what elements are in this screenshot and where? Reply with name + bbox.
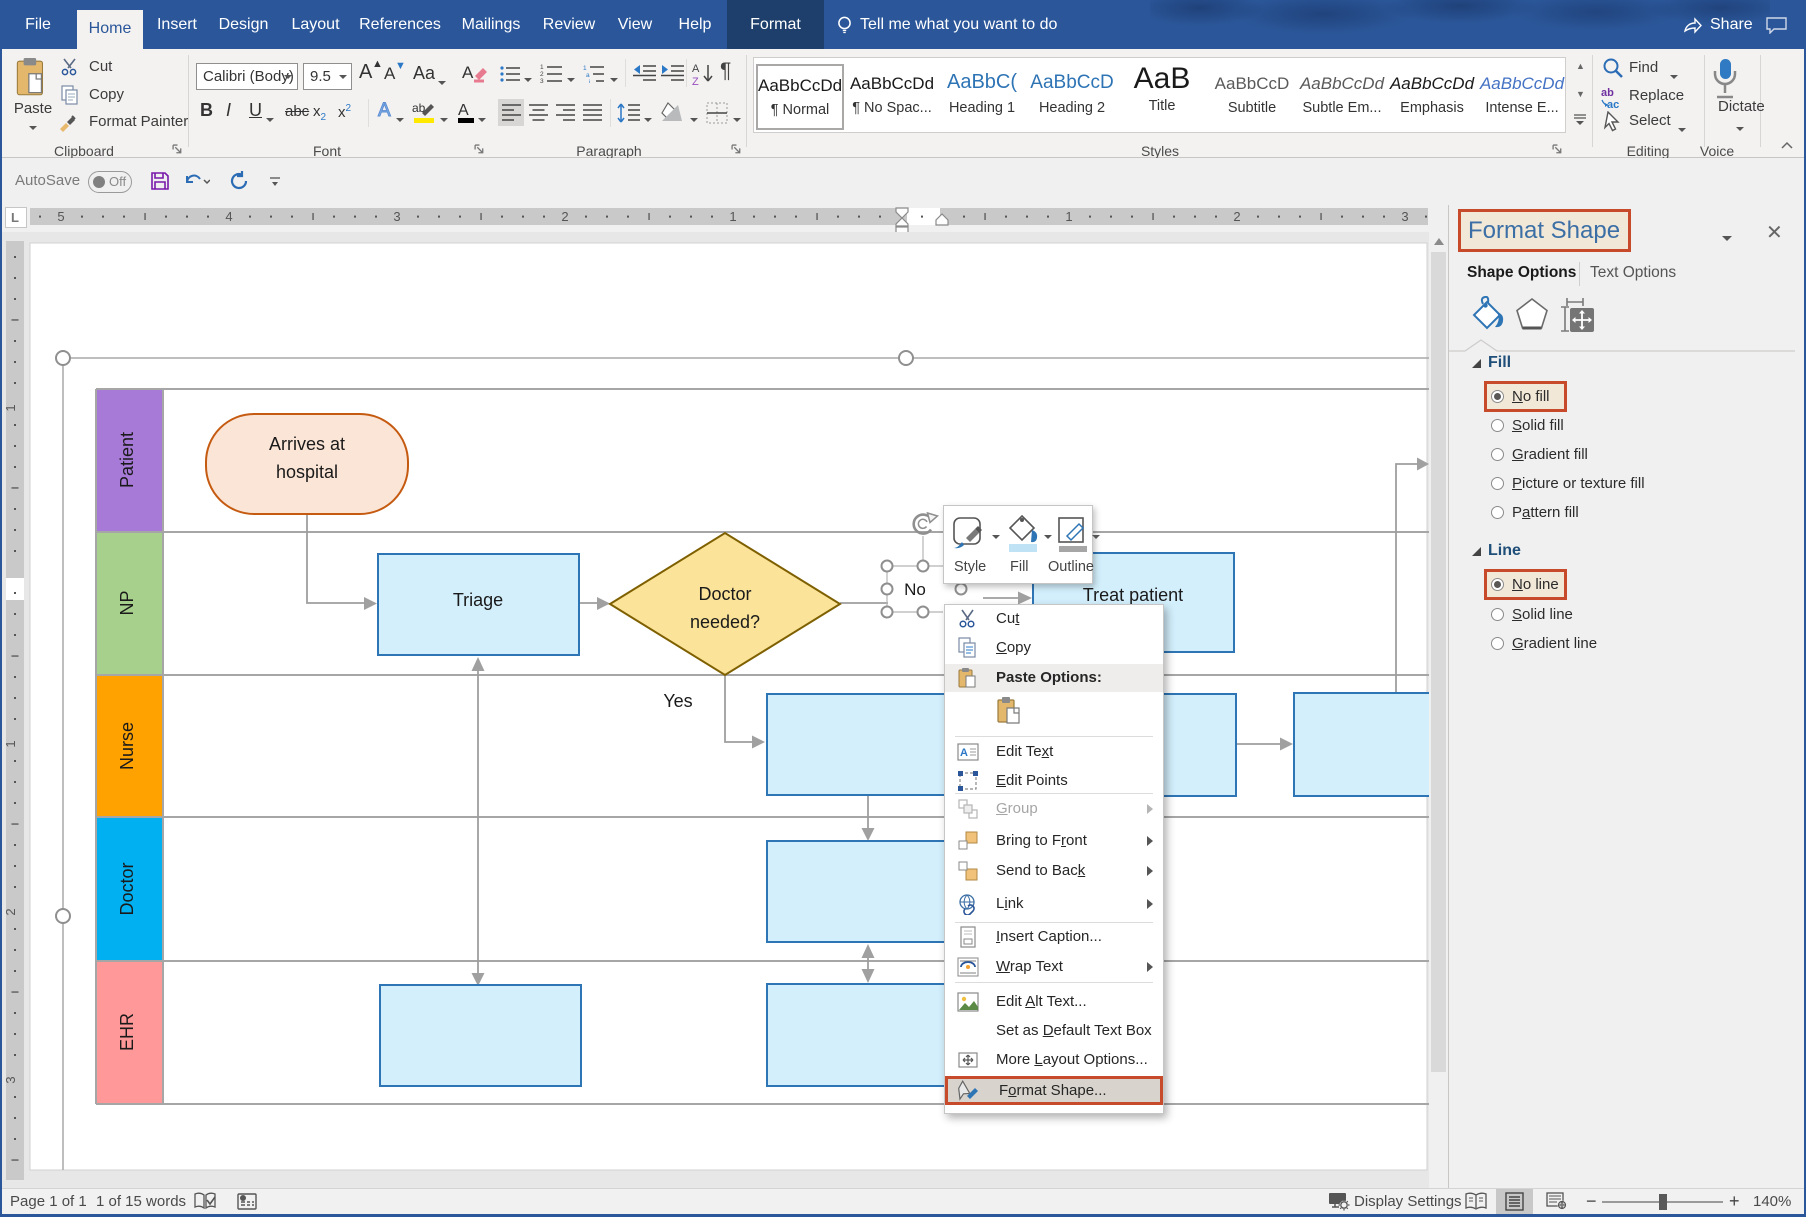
svg-text:Nurse: Nurse [117,722,137,770]
svg-text:Doctor: Doctor [698,584,751,604]
svg-text:3: 3 [1401,209,1408,224]
svg-text:4: 4 [225,209,232,224]
svg-text:Doctor: Doctor [117,862,137,915]
svg-text:needed?: needed? [690,612,760,632]
svg-text:A: A [960,747,968,759]
svg-text:Arrives at: Arrives at [269,434,345,454]
svg-text:1: 1 [1065,209,1072,224]
svg-text:3: 3 [540,78,544,83]
svg-text:Z: Z [692,76,699,87]
svg-text:Patient: Patient [117,432,137,488]
svg-text:a: a [586,72,590,79]
svg-text:Triage: Triage [453,590,503,610]
svg-text:2: 2 [561,209,568,224]
svg-text:5: 5 [57,209,64,224]
svg-text:NP: NP [117,590,137,615]
svg-text:ab: ab [1601,87,1614,99]
svg-text:EHR: EHR [117,1013,137,1051]
svg-text:1: 1 [729,209,736,224]
svg-text:Treat patient: Treat patient [1083,585,1183,605]
svg-text:2: 2 [3,908,18,915]
svg-text:3: 3 [3,1076,18,1083]
svg-text:A: A [462,63,474,82]
svg-text:1: 1 [3,404,18,411]
svg-text:No: No [904,580,926,599]
svg-text:1: 1 [540,64,544,71]
svg-text:2: 2 [540,71,544,78]
svg-text:3: 3 [393,209,400,224]
svg-text:i: i [589,79,590,83]
svg-text:hospital: hospital [276,462,338,482]
svg-text:1: 1 [583,65,587,72]
svg-text:A: A [458,102,469,119]
svg-text:Yes: Yes [663,691,692,711]
svg-text:1: 1 [3,740,18,747]
svg-text:2: 2 [1233,209,1240,224]
svg-text:ac: ac [1607,99,1619,110]
svg-text:A: A [692,63,700,75]
